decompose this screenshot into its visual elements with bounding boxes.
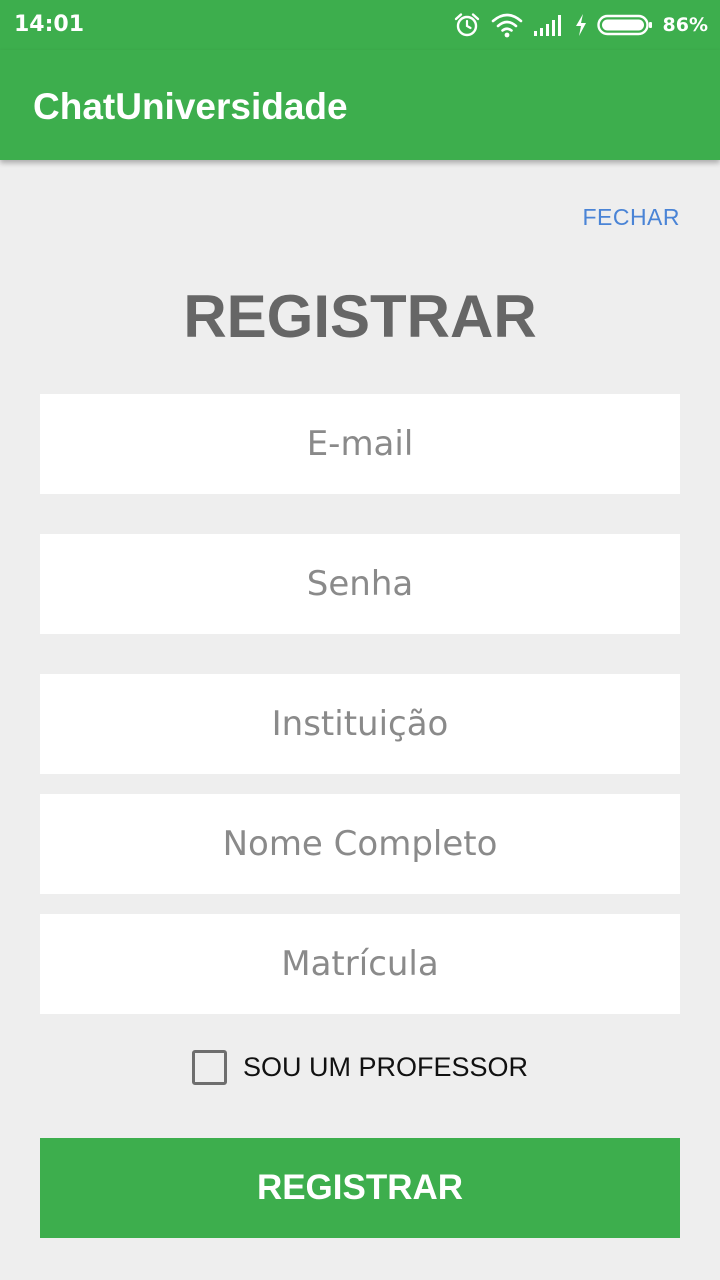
email-field[interactable] — [40, 394, 680, 494]
status-bar: 14:01 86% — [0, 0, 720, 50]
password-field[interactable] — [40, 534, 680, 634]
app-bar: ChatUniversidade — [0, 50, 720, 160]
signal-icon — [533, 13, 565, 37]
wifi-icon — [491, 12, 523, 38]
app-title: ChatUniversidade — [33, 86, 348, 127]
close-button[interactable]: FECHAR — [582, 204, 680, 231]
institution-field[interactable] — [40, 674, 680, 774]
battery-icon — [596, 13, 653, 37]
registration-number-field[interactable] — [40, 914, 680, 1014]
professor-checkbox[interactable] — [191, 1049, 227, 1085]
professor-checkbox-row[interactable]: SOU UM PROFESSOR — [0, 1048, 720, 1086]
battery-percentage: 86% — [662, 14, 708, 36]
charging-icon — [575, 14, 587, 36]
page-title: REGISTRAR — [183, 283, 537, 350]
alarm-icon — [453, 11, 481, 39]
professor-checkbox-label[interactable]: SOU UM PROFESSOR — [243, 1052, 528, 1083]
full-name-field[interactable] — [40, 794, 680, 894]
register-button[interactable]: REGISTRAR — [40, 1138, 680, 1238]
status-time: 14:01 — [14, 12, 85, 37]
status-icons: 86% — [453, 9, 708, 41]
